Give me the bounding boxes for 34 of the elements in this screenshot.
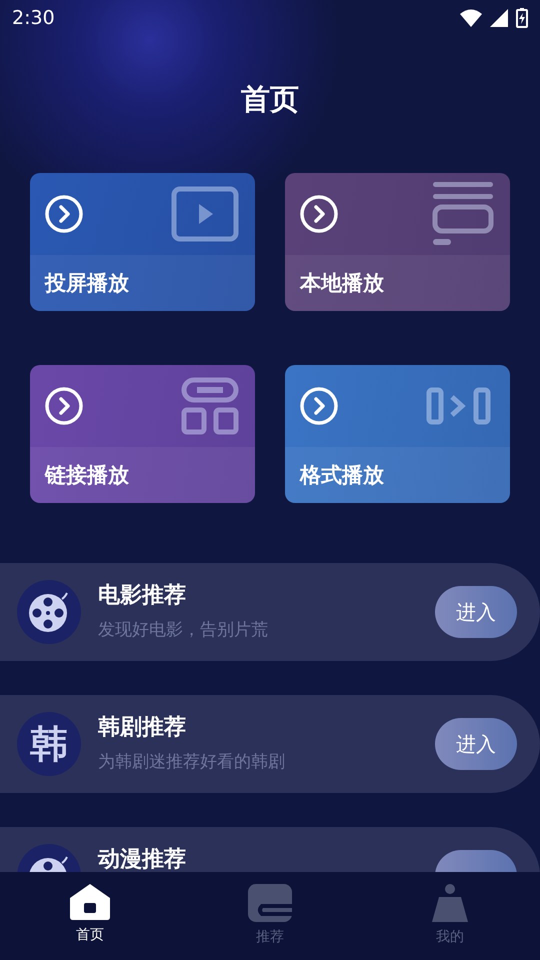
card-label: 链接播放 <box>45 462 129 489</box>
chevron-circle-icon <box>300 195 338 233</box>
chevron-circle-icon <box>45 195 83 233</box>
enter-button[interactable]: 进入 <box>435 586 517 638</box>
play-mode-card[interactable]: 投屏播放 <box>30 173 255 311</box>
recommendation-title: 动漫推荐 <box>98 846 187 872</box>
character-icon: 韩 <box>17 712 81 776</box>
nav-tab[interactable]: 我的 <box>360 872 540 960</box>
person-icon <box>430 884 470 922</box>
chevron-circle-icon <box>300 387 338 425</box>
video-player-icon <box>171 186 239 242</box>
card-label: 投屏播放 <box>45 270 129 297</box>
nav-tab[interactable]: 推荐 <box>180 872 360 960</box>
list-icon <box>432 182 494 246</box>
page-title: 首页 <box>241 81 299 118</box>
recommend-icon <box>248 884 292 922</box>
card-label: 本地播放 <box>300 270 384 297</box>
nav-tab[interactable]: 首页 <box>0 872 180 960</box>
card-label: 格式播放 <box>300 462 384 489</box>
play-mode-card[interactable]: 格式播放 <box>285 365 510 503</box>
play-mode-card[interactable]: 本地播放 <box>285 173 510 311</box>
status-time: 2:30 <box>12 7 56 29</box>
recommendation-subtitle: 为韩剧迷推荐好看的韩剧 <box>98 751 286 773</box>
signal-icon <box>490 9 508 27</box>
enter-button[interactable]: 进入 <box>435 718 517 770</box>
recommendation-subtitle: 发现好电影，告别片荒 <box>98 619 269 641</box>
wifi-icon <box>460 9 482 27</box>
home-icon <box>70 884 110 920</box>
battery-icon <box>516 8 528 28</box>
recommendation-title: 韩剧推荐 <box>98 714 187 742</box>
link-grid-icon <box>181 377 239 435</box>
chevron-circle-icon <box>45 387 83 425</box>
recommendation-title: 电影推荐 <box>98 582 187 610</box>
play-mode-card[interactable]: 链接播放 <box>30 365 255 503</box>
